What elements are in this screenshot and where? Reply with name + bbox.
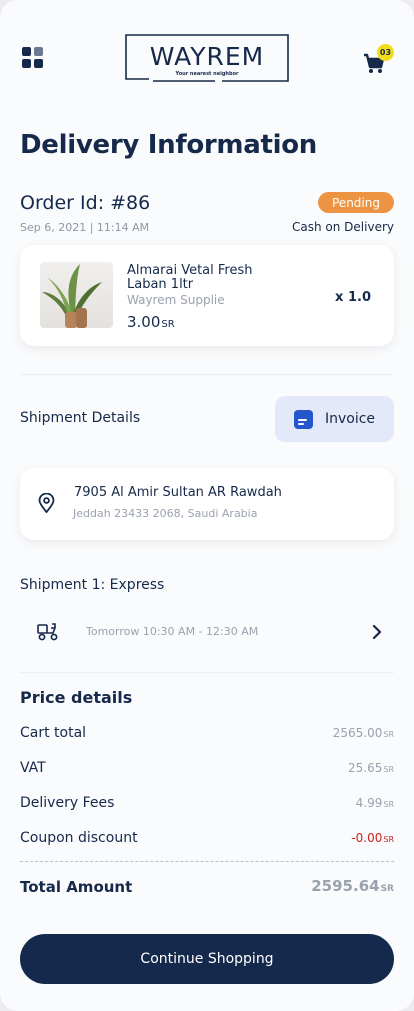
delivery-fees-amount: 4.99	[355, 796, 383, 810]
chevron-right-icon[interactable]	[371, 624, 383, 640]
divider	[20, 672, 394, 673]
product-price: 3.00SR	[127, 313, 175, 331]
coupon-discount-amount: -0.00	[351, 831, 383, 845]
grid-square	[34, 47, 43, 56]
product-image	[40, 262, 113, 328]
vat-value: 25.65SR	[348, 761, 394, 775]
address-line-2: Jeddah 23433 2068, Saudi Arabia	[73, 507, 258, 520]
shipment-details-label: Shipment Details	[20, 410, 141, 426]
currency: SR	[380, 884, 394, 894]
address-line-1: 7905 Al Amir Sultan AR Rawdah	[74, 485, 282, 500]
status-badge: Pending	[318, 192, 394, 213]
currency: SR	[383, 730, 394, 739]
price-amount: 3.00	[127, 313, 161, 331]
page-title: Delivery Information	[20, 130, 317, 160]
order-date: Sep 6, 2021 | 11:14 AM	[20, 221, 150, 234]
grid-square	[22, 47, 31, 56]
product-name: Almarai Vetal Fresh Laban 1ltr	[127, 263, 253, 292]
divider	[20, 374, 394, 375]
price-currency: SR	[161, 319, 175, 330]
payment-method: Cash on Delivery	[292, 220, 394, 234]
plant-image	[42, 264, 102, 328]
product-quantity: x 1.0	[335, 290, 371, 305]
wayrem-logo[interactable]: WAYREM Your nearest neighbor	[125, 34, 289, 82]
grid-square	[34, 59, 43, 68]
logo-text: WAYREM	[149, 42, 265, 71]
total-amount: 2595.64	[311, 877, 380, 895]
currency: SR	[383, 835, 394, 844]
invoice-icon	[293, 409, 313, 429]
currency: SR	[383, 800, 394, 809]
grid-square	[22, 59, 31, 68]
product-supplier: Wayrem Supplie	[127, 293, 225, 307]
total-amount-label: Total Amount	[20, 878, 133, 896]
logo-tagline: Your nearest neighbor	[175, 71, 239, 77]
dashed-divider	[20, 861, 394, 862]
location-pin-icon	[38, 493, 55, 513]
invoice-label: Invoice	[324, 411, 376, 427]
address-card[interactable]: 7905 Al Amir Sultan AR Rawdah Jeddah 234…	[20, 468, 394, 540]
vat-amount: 25.65	[348, 761, 383, 775]
cart-button[interactable]: 03	[362, 44, 394, 74]
invoice-button[interactable]: Invoice	[275, 396, 394, 442]
cart-total-amount: 2565.00	[332, 726, 383, 740]
delivery-fees-value: 4.99SR	[356, 796, 394, 810]
shipment-method-title: Shipment 1: Express	[20, 577, 165, 593]
delivery-fees-label: Delivery Fees	[20, 795, 115, 811]
price-details-title: Price details	[20, 688, 133, 707]
delivery-screen: WAYREM Your nearest neighbor 03 Delivery…	[0, 0, 414, 1011]
delivery-scooter-icon	[37, 623, 58, 641]
coupon-discount-value: -0.00SR	[351, 831, 394, 845]
menu-grid-icon[interactable]	[22, 47, 43, 68]
cart-count-badge: 03	[377, 44, 394, 61]
vat-label: VAT	[20, 760, 46, 776]
product-card[interactable]: Almarai Vetal Fresh Laban 1ltr Wayrem Su…	[20, 245, 394, 346]
cart-total-label: Cart total	[20, 725, 87, 741]
total-amount-value: 2595.64SR	[311, 877, 394, 895]
currency: SR	[383, 765, 394, 774]
delivery-time-window: Tomorrow 10:30 AM - 12:30 AM	[86, 625, 259, 638]
cart-total-value: 2565.00SR	[333, 726, 394, 740]
order-id: Order Id: #86	[20, 192, 151, 214]
continue-shopping-button[interactable]: Continue Shopping	[20, 934, 394, 984]
coupon-discount-label: Coupon discount	[20, 830, 138, 846]
